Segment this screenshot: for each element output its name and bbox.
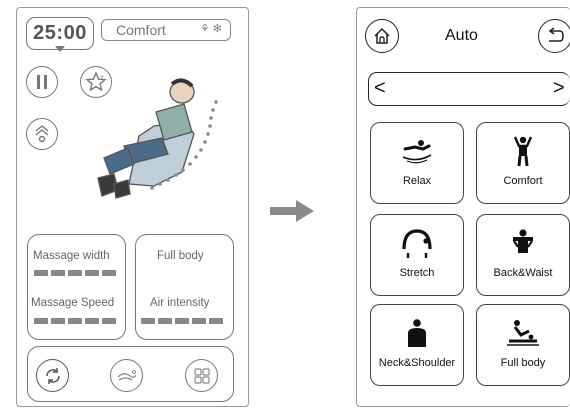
program-comfort-label: Comfort — [503, 175, 543, 187]
program-full-body[interactable]: Full body — [476, 304, 570, 386]
massage-width-label: Massage width — [33, 250, 110, 262]
prev-page-button[interactable]: < — [374, 77, 386, 100]
program-comfort[interactable]: Comfort — [476, 122, 570, 204]
program-back-waist[interactable]: Back&Waist — [476, 214, 570, 296]
mode-label: Comfort — [116, 22, 166, 38]
program-full-body-label: Full body — [500, 357, 546, 369]
program-back-waist-label: Back&Waist — [493, 267, 553, 279]
program-relax[interactable]: Relax — [370, 122, 464, 204]
pause-button[interactable] — [26, 66, 58, 98]
back-waist-icon — [513, 229, 533, 253]
program-neck-shoulder-label: Neck&Shoulder — [378, 357, 456, 369]
air-intensity-level[interactable] — [141, 318, 223, 324]
mode-status-icon: ⚘ ✻ — [199, 23, 222, 35]
neck-shoulder-icon — [408, 319, 426, 347]
timer-value: 25:00 — [33, 22, 87, 44]
stretch-icon — [402, 229, 432, 258]
page-title: Auto — [445, 27, 478, 44]
back-button[interactable] — [538, 19, 570, 53]
foot-massage-button[interactable] — [110, 359, 143, 392]
comfort-icon — [513, 136, 533, 167]
program-stretch[interactable]: Stretch — [370, 214, 464, 296]
full-body-label: Full body — [157, 250, 204, 262]
mode-indicator: Comfort ⚘ ✻ — [101, 19, 231, 41]
program-neck-shoulder[interactable]: Neck&Shoulder — [370, 304, 464, 386]
home-icon — [374, 27, 390, 44]
transition-arrow-icon — [270, 200, 314, 222]
massage-speed-level[interactable] — [34, 318, 116, 324]
menu-grid-button[interactable] — [185, 359, 218, 392]
program-pager — [368, 72, 570, 106]
massage-speed-label: Massage Speed — [31, 297, 115, 309]
pause-icon — [37, 75, 47, 89]
foot-massage-icon — [117, 369, 137, 381]
airflow-icon — [35, 125, 49, 143]
next-page-button[interactable]: > — [553, 77, 565, 100]
timer-dropdown-icon[interactable] — [55, 46, 65, 52]
sync-icon — [45, 367, 60, 384]
massage-width-level[interactable] — [34, 270, 116, 276]
full-body-icon — [507, 320, 539, 346]
program-stretch-label: Stretch — [399, 267, 435, 279]
program-relax-label: Relax — [402, 175, 432, 187]
sync-button[interactable] — [36, 359, 69, 392]
massage-chair-illustration — [97, 78, 218, 199]
grid-menu-icon — [193, 367, 210, 384]
relax-icon — [402, 140, 432, 164]
home-button[interactable] — [365, 19, 399, 53]
airflow-button[interactable] — [26, 118, 58, 150]
air-intensity-label: Air intensity — [150, 297, 210, 309]
back-icon — [548, 27, 564, 42]
